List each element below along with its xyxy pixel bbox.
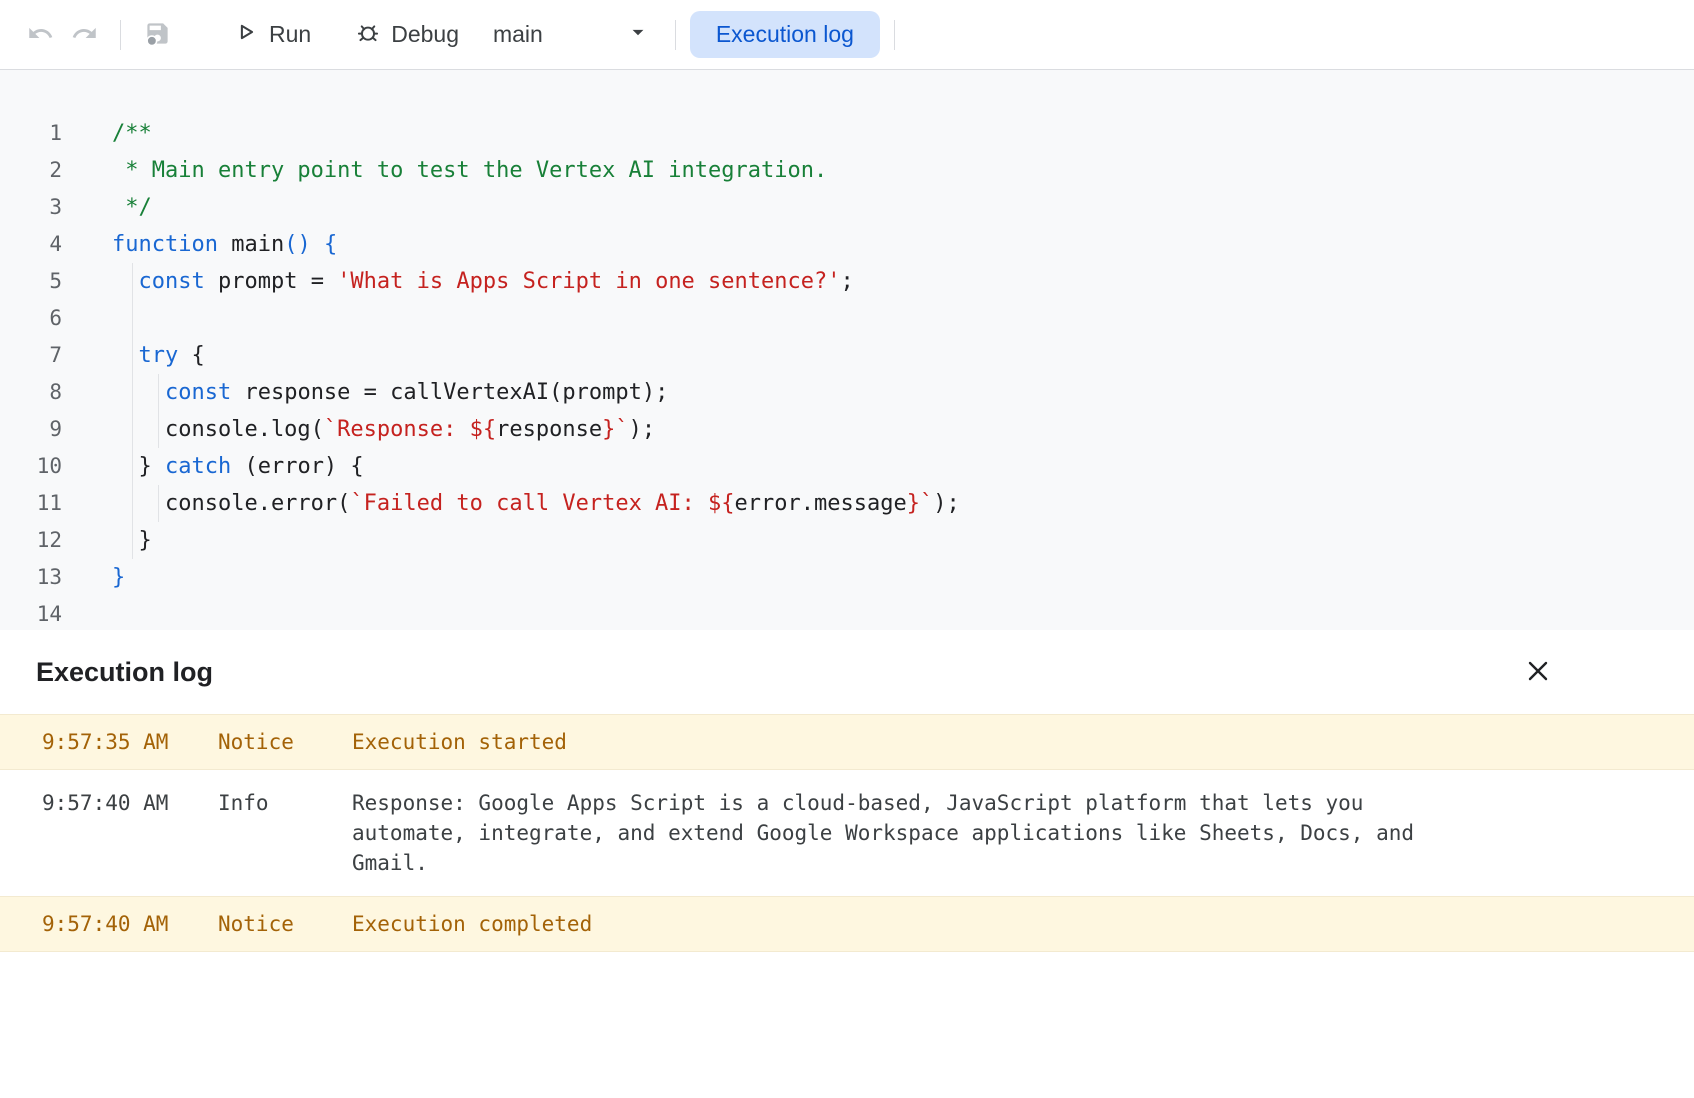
code-line[interactable]: 8 const response = callVertexAI(prompt); [0, 374, 1694, 411]
line-number: 8 [0, 374, 62, 411]
close-icon [1524, 657, 1552, 688]
code-text: /** [112, 115, 152, 152]
save-project-icon [144, 20, 171, 50]
line-number: 9 [0, 411, 62, 448]
run-button[interactable]: Run [219, 11, 325, 59]
code-text: const response = callVertexAI(prompt); [112, 374, 668, 411]
code-line[interactable]: 1 /** [0, 115, 1694, 152]
line-number: 7 [0, 337, 62, 374]
log-entry: 9:57:40 AMNoticeExecution completed [0, 896, 1694, 952]
line-number: 13 [0, 559, 62, 596]
line-number: 6 [0, 300, 62, 337]
undo-icon [27, 20, 54, 50]
indent-guide [158, 485, 159, 522]
code-text: } catch (error) { [112, 448, 364, 485]
code-text: */ [112, 189, 152, 226]
line-number: 5 [0, 263, 62, 300]
log-entry-level: Notice [218, 909, 352, 939]
log-entries: 9:57:35 AMNoticeExecution started9:57:40… [0, 714, 1694, 952]
code-line[interactable]: 4 function main() { [0, 226, 1694, 263]
code-line[interactable]: 12 } [0, 522, 1694, 559]
debug-button-label: Debug [391, 21, 459, 48]
save-project-button[interactable] [135, 13, 179, 57]
function-dropdown-value: main [493, 21, 543, 48]
execution-log-button[interactable]: Execution log [690, 11, 880, 58]
debug-button[interactable]: Debug [341, 11, 473, 59]
toolbar: Run Debug main Execution log [0, 0, 1694, 70]
line-number: 3 [0, 189, 62, 226]
indent-guide [132, 263, 133, 559]
execution-log-header: Execution log [0, 630, 1694, 714]
code-line[interactable]: 7 try { [0, 337, 1694, 374]
log-entry-message: Execution started [352, 727, 567, 757]
indent-guide [158, 374, 159, 448]
code-line[interactable]: 2 * Main entry point to test the Vertex … [0, 152, 1694, 189]
code-line[interactable]: 14 [0, 596, 1694, 630]
code-editor[interactable]: 1/**2 * Main entry point to test the Ver… [0, 70, 1694, 630]
code-line[interactable]: 13} [0, 559, 1694, 596]
code-text: function main() { [112, 226, 337, 263]
toolbar-divider [894, 20, 895, 50]
log-entry-message: Execution completed [352, 909, 592, 939]
line-number: 12 [0, 522, 62, 559]
code-line[interactable]: 3 */ [0, 189, 1694, 226]
log-entry-time: 9:57:40 AM [42, 788, 218, 878]
code-line[interactable]: 5 const prompt = 'What is Apps Script in… [0, 263, 1694, 300]
execution-log-panel: Execution log 9:57:35 AMNoticeExecution … [0, 630, 1694, 952]
redo-button[interactable] [62, 13, 106, 57]
redo-icon [71, 20, 98, 50]
close-button[interactable] [1516, 650, 1560, 694]
toolbar-divider [675, 20, 676, 50]
chevron-down-icon [625, 19, 651, 51]
play-icon [233, 19, 259, 51]
log-entry-level: Info [218, 788, 352, 878]
line-number: 1 [0, 115, 62, 152]
log-entry-level: Notice [218, 727, 352, 757]
code-text: try { [112, 337, 205, 374]
line-number: 14 [0, 596, 62, 630]
code-text: } [112, 559, 125, 596]
run-button-label: Run [269, 21, 311, 48]
code-line[interactable]: 9 console.log(`Response: ${response}`); [0, 411, 1694, 448]
log-entry: 9:57:35 AMNoticeExecution started [0, 714, 1694, 770]
code-line[interactable]: 10 } catch (error) { [0, 448, 1694, 485]
line-number: 2 [0, 152, 62, 189]
log-entry: 9:57:40 AMInfoResponse: Google Apps Scri… [0, 770, 1694, 896]
undo-button[interactable] [18, 13, 62, 57]
apps-script-editor: Run Debug main Execution log 1/**2 * Mai… [0, 0, 1694, 952]
function-dropdown[interactable]: main [483, 11, 661, 59]
code-line[interactable]: 6 [0, 300, 1694, 337]
line-number: 11 [0, 485, 62, 522]
line-number: 10 [0, 448, 62, 485]
log-entry-message: Response: Google Apps Script is a cloud-… [352, 788, 1442, 878]
log-entry-time: 9:57:35 AM [42, 727, 218, 757]
code-text: console.log(`Response: ${response}`); [112, 411, 655, 448]
log-entry-time: 9:57:40 AM [42, 909, 218, 939]
code-text: console.error(`Failed to call Vertex AI:… [112, 485, 960, 522]
code-text: * Main entry point to test the Vertex AI… [112, 152, 827, 189]
code-line[interactable]: 11 console.error(`Failed to call Vertex … [0, 485, 1694, 522]
code-text: const prompt = 'What is Apps Script in o… [112, 263, 854, 300]
toolbar-divider [120, 20, 121, 50]
bug-icon [355, 19, 381, 51]
line-number: 4 [0, 226, 62, 263]
execution-log-title: Execution log [36, 657, 213, 688]
code-lines: 1/**2 * Main entry point to test the Ver… [0, 115, 1694, 630]
